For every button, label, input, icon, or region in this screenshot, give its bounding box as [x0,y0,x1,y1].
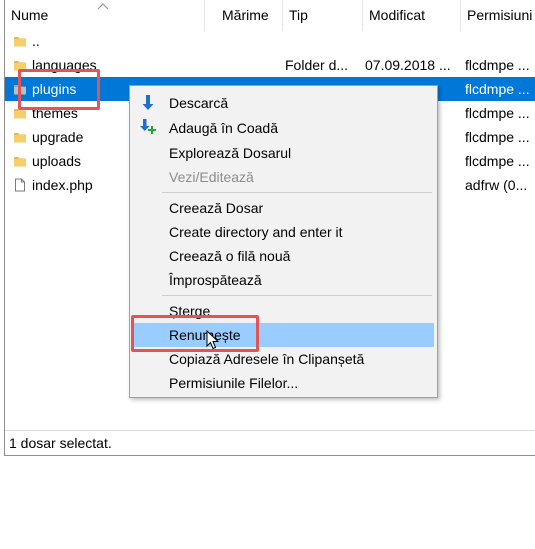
row-permissions: flcdmpe ... [465,153,530,169]
highlight-rename [131,315,259,352]
folder-icon [14,157,26,167]
menu-item-file-permissions[interactable]: Permisiunile Filelor... [131,371,434,395]
table-row-parent[interactable]: .. [5,29,535,53]
column-header: Nume Mărime Tip Modificat Permisiuni [5,0,535,31]
status-text: 1 dosar selectat. [9,435,112,451]
sort-ascending-icon [97,3,109,10]
row-permissions: adfrw (0... [465,177,528,193]
menu-item-create-folder[interactable]: Creează Dosar [131,196,434,220]
menu-item-add-to-queue[interactable]: Adaugă în Coadă [131,116,434,140]
column-modified[interactable]: Modificat [363,0,461,31]
row-type: Folder d... [285,57,349,73]
menu-separator [162,192,432,193]
mouse-cursor-icon [206,330,220,350]
download-arrow-icon [142,95,154,110]
menu-item-view-edit: Vezi/Editează [169,169,254,185]
add-to-queue-icon [140,119,156,134]
menu-item-refresh[interactable]: Împrospătează [131,268,434,292]
row-name: index.php [32,177,93,193]
folder-icon [14,133,26,143]
folder-icon [14,37,26,47]
row-permissions: flcdmpe ... [465,57,530,73]
menu-item-explore-folder[interactable]: Explorează Dosarul [131,141,434,165]
row-permissions: flcdmpe ... [465,129,530,145]
row-permissions: flcdmpe ... [465,81,530,97]
menu-item-create-dir-enter[interactable]: Create directory and enter it [131,220,434,244]
row-permissions: flcdmpe ... [465,105,530,121]
row-name: uploads [32,153,82,169]
menu-item-download[interactable]: Descarcă [131,91,434,115]
status-bar: 1 dosar selectat. [5,430,535,455]
column-type[interactable]: Tip [283,0,363,31]
row-name: upgrade [32,129,84,145]
column-size[interactable]: Mărime [205,0,283,31]
column-permissions[interactable]: Permisiuni [461,0,535,31]
menu-separator [162,295,432,296]
file-icon [15,178,25,192]
menu-item-create-file[interactable]: Creează o filă nouă [131,244,434,268]
highlight-plugins [18,69,100,110]
row-modified: 07.09.2018 ... [365,57,451,73]
row-name: .. [32,33,40,49]
